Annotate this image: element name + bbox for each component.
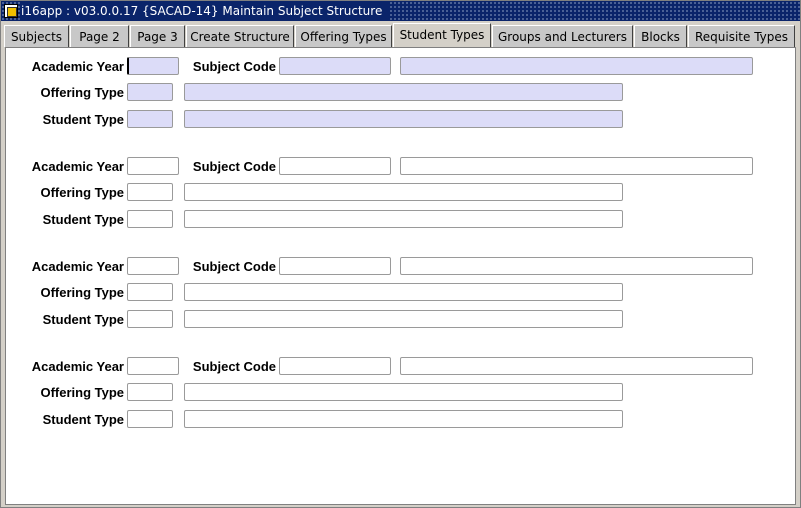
tab-subjects[interactable]: Subjects: [4, 25, 69, 47]
student-type-field[interactable]: [127, 410, 173, 428]
offering-type-field[interactable]: [127, 283, 173, 301]
academic-year-label: Academic Year: [31, 359, 124, 374]
subject-code-field[interactable]: [279, 157, 391, 175]
student-type-description[interactable]: [184, 210, 623, 228]
tab-offering-types[interactable]: Offering Types: [295, 25, 392, 47]
academic-year-field[interactable]: [127, 357, 179, 375]
tab-page-3[interactable]: Page 3: [130, 25, 185, 47]
offering-type-field[interactable]: [127, 383, 173, 401]
subject-name-field[interactable]: [400, 357, 753, 375]
student-type-label: Student Type: [42, 112, 124, 127]
tab-blocks[interactable]: Blocks: [634, 25, 687, 47]
offering-type-field[interactable]: [127, 83, 173, 101]
student-type-description[interactable]: [184, 410, 623, 428]
tab-page-2[interactable]: Page 2: [70, 25, 129, 47]
student-type-label: Student Type: [42, 212, 124, 227]
academic-year-field[interactable]: [127, 257, 179, 275]
subject-name-field[interactable]: [400, 57, 753, 75]
offering-type-label: Offering Type: [40, 285, 124, 300]
student-type-field[interactable]: [127, 310, 173, 328]
tab-create-structure[interactable]: Create Structure: [186, 25, 294, 47]
subject-code-label: Subject Code: [192, 359, 276, 374]
offering-type-label: Offering Type: [40, 385, 124, 400]
offering-type-label: Offering Type: [40, 185, 124, 200]
student-type-field[interactable]: [127, 210, 173, 228]
academic-year-field[interactable]: [127, 57, 179, 75]
window-title: i16app : v03.0.0.17 {SACAD-14} Maintain …: [21, 1, 389, 21]
student-type-description[interactable]: [184, 110, 623, 128]
student-type-description[interactable]: [184, 310, 623, 328]
tab-strip: Subjects Page 2 Page 3 Create Structure …: [4, 23, 800, 47]
app-icon: [4, 4, 18, 18]
offering-type-field[interactable]: [127, 183, 173, 201]
offering-type-description[interactable]: [184, 183, 623, 201]
student-type-field[interactable]: [127, 110, 173, 128]
subject-code-label: Subject Code: [192, 159, 276, 174]
subject-code-field[interactable]: [279, 357, 391, 375]
subject-name-field[interactable]: [400, 157, 753, 175]
offering-type-description[interactable]: [184, 83, 623, 101]
subject-code-label: Subject Code: [192, 259, 276, 274]
student-type-label: Student Type: [42, 412, 124, 427]
app-window: i16app : v03.0.0.17 {SACAD-14} Maintain …: [0, 0, 801, 508]
academic-year-label: Academic Year: [31, 59, 124, 74]
academic-year-label: Academic Year: [31, 159, 124, 174]
tab-student-types[interactable]: Student Types: [393, 23, 491, 47]
subject-code-field[interactable]: [279, 57, 391, 75]
offering-type-description[interactable]: [184, 283, 623, 301]
subject-code-field[interactable]: [279, 257, 391, 275]
title-bar[interactable]: i16app : v03.0.0.17 {SACAD-14} Maintain …: [1, 1, 800, 21]
student-type-label: Student Type: [42, 312, 124, 327]
form-panel: Academic Year Subject Code Offering Type…: [5, 47, 796, 505]
offering-type-description[interactable]: [184, 383, 623, 401]
academic-year-field[interactable]: [127, 157, 179, 175]
subject-name-field[interactable]: [400, 257, 753, 275]
tab-groups-and-lecturers[interactable]: Groups and Lecturers: [492, 25, 633, 47]
tab-requisite-types[interactable]: Requisite Types: [688, 25, 795, 47]
offering-type-label: Offering Type: [40, 85, 124, 100]
subject-code-label: Subject Code: [192, 59, 276, 74]
academic-year-label: Academic Year: [31, 259, 124, 274]
